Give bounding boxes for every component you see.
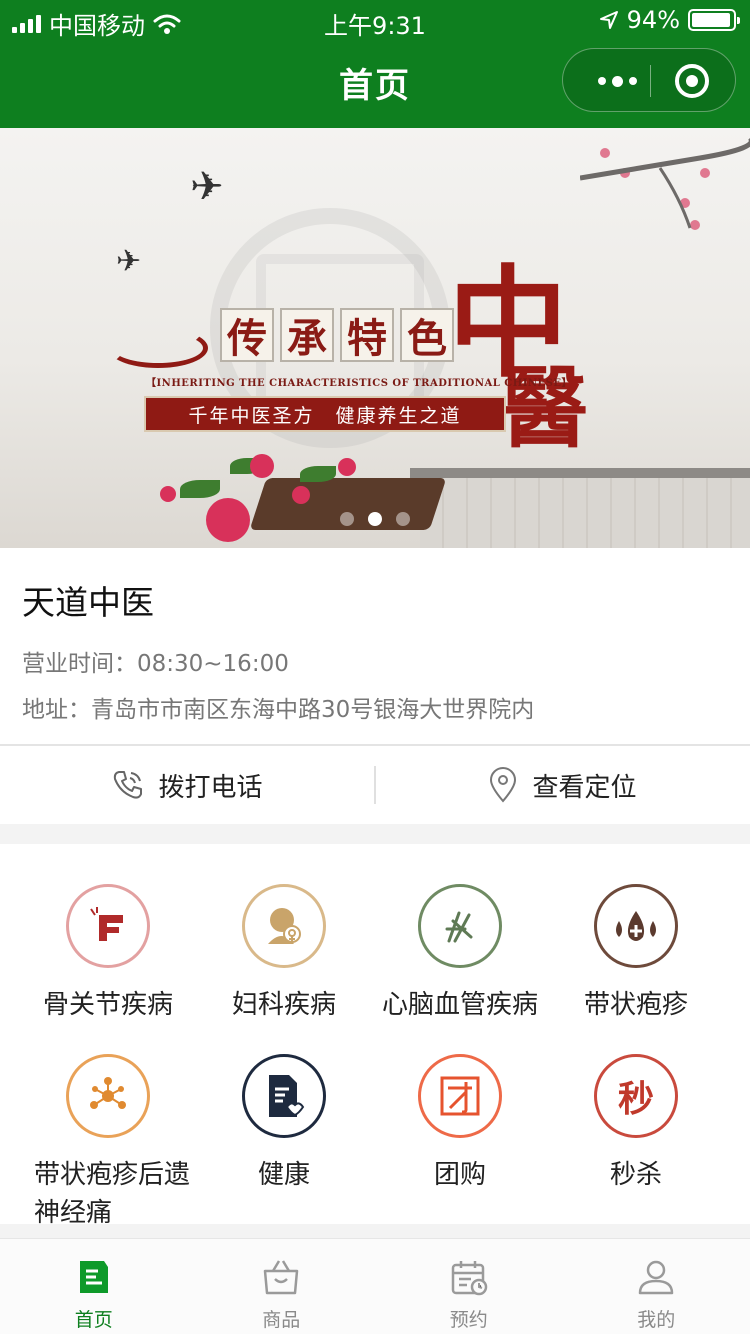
camellia-flower [160,486,176,502]
close-target-icon[interactable] [675,64,709,98]
banner-title-char: 色 [400,308,454,362]
bone-joint-icon [66,884,150,968]
tab-label: 我的 [637,1309,676,1331]
category-label: 心脑血管疾病 [381,990,538,1020]
camellia-flower [250,454,274,478]
mini-program-capsule [562,48,736,112]
category-label: 秒杀 [609,1160,662,1190]
user-icon [639,1260,674,1295]
status-right: 94% [599,6,740,34]
category-flash-sale[interactable]: 秒 秒杀 [542,1054,730,1194]
home-doc-icon [79,1261,108,1293]
section-gap [0,1224,750,1238]
tab-products[interactable]: 商品 [188,1239,376,1334]
category-gynecology[interactable]: 妇科疾病 [190,884,378,1024]
crane-icon-small: ✈ [116,244,142,279]
banner-title-char: 特 [340,308,394,362]
tab-label: 预约 [449,1309,488,1331]
tab-home[interactable]: 首页 [0,1239,188,1334]
tab-appointment[interactable]: 预约 [375,1239,563,1334]
group-buy-icon [418,1054,502,1138]
more-icon[interactable] [587,49,647,113]
cardio-icon [418,884,502,968]
category-label: 带状疱疹 [583,990,688,1020]
category-label: 团购 [433,1160,486,1190]
tab-bar: 首页 商品 预约 我的 [0,1238,750,1334]
category-herpes[interactable]: 带状疱疹 [542,884,730,1024]
carousel-dot[interactable] [340,512,354,526]
calendar-icon [451,1261,487,1296]
battery-percent: 94% [626,6,680,34]
tab-label: 商品 [262,1309,301,1331]
gynecology-icon [242,884,326,968]
status-bar: 中国移动 上午9:31 94% [0,0,750,40]
tab-mine[interactable]: 我的 [563,1239,750,1334]
banner-title-char: 传 [220,308,274,362]
leaf [300,466,336,482]
category-grid: 骨关节疾病 妇科疾病 心脑血管疾病 带状疱疹 带状疱疹后遗神经痛 健康 团购 秒… [0,844,750,1228]
store-address: 地址：青岛市市南区东海中路30号银海大世界院内 [22,697,535,723]
banner-title-char: 承 [280,308,334,362]
shopping-bag-icon [264,1260,299,1295]
category-nerve-pain[interactable]: 带状疱疹后遗神经痛 [14,1054,202,1232]
location-button-label: 查看定位 [532,772,637,803]
section-gap [0,824,750,844]
banner-english: 【INHERITING THE CHARACTERISTICS OF TRADI… [146,378,572,389]
flash-sale-glyph: 秒 [617,1079,654,1120]
top-bar: 中国移动 上午9:31 94% 首页 [0,0,750,128]
carousel-dot-active[interactable] [368,512,382,526]
store-name: 天道中医 [22,583,154,622]
category-label: 妇科疾病 [231,990,336,1020]
banner-carousel[interactable]: ✈ ✈ 传 承 特 色 中 醫 【INHERITING THE CHARACTE… [0,128,750,548]
plum-branch [580,138,750,229]
camellia-flower [292,486,310,504]
location-button[interactable]: 查看定位 [375,746,750,824]
tab-label: 首页 [74,1309,113,1331]
category-health[interactable]: 健康 [190,1054,378,1194]
nerve-icon [66,1054,150,1138]
action-divider [374,766,376,804]
banner-title-row: 传 承 特 色 [220,308,454,362]
leaf [180,480,220,498]
banner-big-char-2: 醫 [500,356,589,460]
category-bone-joint[interactable]: 骨关节疾病 [14,884,202,1024]
banner-swirl [108,328,208,368]
category-label: 健康 [257,1160,310,1190]
category-label: 骨关节疾病 [42,990,173,1020]
capsule-divider [650,65,651,97]
store-info: 天道中医 营业时间：08:30~16:00 地址：青岛市市南区东海中路30号银海… [0,548,750,744]
category-cardio[interactable]: 心脑血管疾病 [366,884,554,1024]
category-group-buy[interactable]: 团购 [366,1054,554,1194]
health-doc-icon [242,1054,326,1138]
camellia-flower [338,458,356,476]
store-hours: 营业时间：08:30~16:00 [22,651,289,677]
flash-sale-icon: 秒 [594,1054,678,1138]
battery-icon [688,9,740,31]
carousel-dot[interactable] [396,512,410,526]
contact-actions: 拨打电话 查看定位 [0,746,750,824]
map-pin-icon [490,767,517,803]
location-arrow-icon [599,11,618,29]
phone-icon [114,771,143,799]
carousel-indicators [0,512,750,526]
category-label: 带状疱疹后遗神经痛 [34,1160,191,1228]
call-button[interactable]: 拨打电话 [0,746,375,824]
crane-icon: ✈ [190,164,224,210]
herpes-drops-icon [594,884,678,968]
banner-slogan: 千年中医圣方 健康养生之道 [144,396,506,432]
call-button-label: 拨打电话 [158,772,263,803]
battery-fill [692,13,730,27]
